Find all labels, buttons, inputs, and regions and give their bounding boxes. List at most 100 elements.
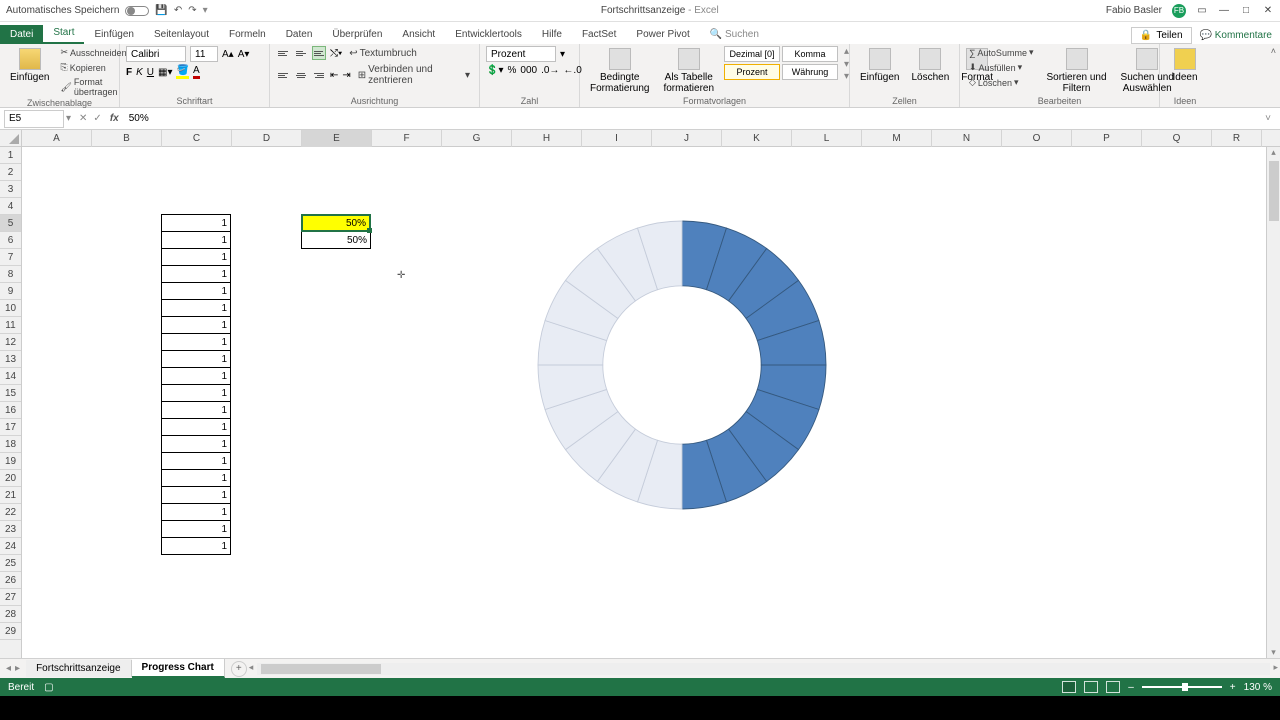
align-middle-button[interactable] <box>294 46 308 60</box>
wrap-text-button[interactable]: ↩ Textumbruch <box>346 47 420 60</box>
cell-C12[interactable]: 1 <box>161 333 231 351</box>
delete-cells-button[interactable]: Löschen <box>907 46 953 85</box>
tab-start[interactable]: Start <box>43 23 84 44</box>
cell-C10[interactable]: 1 <box>161 299 231 317</box>
align-bottom-button[interactable] <box>312 46 326 60</box>
row-header-1[interactable]: 1 <box>0 147 21 164</box>
page-layout-view-button[interactable] <box>1084 681 1098 693</box>
column-header-A[interactable]: A <box>22 130 92 147</box>
collapse-ribbon-icon[interactable]: ˄ <box>1271 46 1276 56</box>
zoom-level[interactable]: 130 % <box>1244 682 1272 693</box>
row-header-24[interactable]: 24 <box>0 538 21 555</box>
copy-button[interactable]: ⎘ Kopieren <box>57 61 129 74</box>
font-size-select[interactable]: 11 <box>190 46 218 62</box>
indent-increase-button[interactable]: ⇥ <box>342 70 350 81</box>
sheet-nav-next-icon[interactable]: ▸ <box>15 663 20 674</box>
font-name-select[interactable]: Calibri <box>126 46 186 62</box>
row-header-26[interactable]: 26 <box>0 572 21 589</box>
row-header-3[interactable]: 3 <box>0 181 21 198</box>
row-header-15[interactable]: 15 <box>0 385 21 402</box>
cell-C5[interactable]: 1 <box>161 214 231 232</box>
formula-input[interactable]: 50% <box>125 113 1260 124</box>
column-header-M[interactable]: M <box>862 130 932 147</box>
row-header-6[interactable]: 6 <box>0 232 21 249</box>
cell-style-comma[interactable]: Komma <box>782 46 838 62</box>
comments-button[interactable]: 💬 Kommentare <box>1200 30 1272 41</box>
tab-help[interactable]: Hilfe <box>532 25 572 44</box>
cell-C20[interactable]: 1 <box>161 469 231 487</box>
redo-icon[interactable]: ↷ <box>188 5 196 16</box>
autosave-toggle[interactable] <box>125 6 149 16</box>
cell-C7[interactable]: 1 <box>161 248 231 266</box>
align-left-button[interactable] <box>276 68 290 82</box>
row-header-18[interactable]: 18 <box>0 436 21 453</box>
qat-more-icon[interactable]: ▾ <box>203 5 208 16</box>
cell-E6[interactable]: 50% <box>301 231 371 249</box>
minimize-icon[interactable]: — <box>1218 5 1230 17</box>
row-header-29[interactable]: 29 <box>0 623 21 640</box>
tab-formulas[interactable]: Formeln <box>219 25 276 44</box>
row-header-17[interactable]: 17 <box>0 419 21 436</box>
shrink-font-icon[interactable]: A▾ <box>238 49 250 60</box>
column-header-B[interactable]: B <box>92 130 162 147</box>
user-name[interactable]: Fabio Basler <box>1106 5 1162 16</box>
tab-view[interactable]: Ansicht <box>392 25 445 44</box>
select-all-corner[interactable] <box>0 130 22 147</box>
row-header-11[interactable]: 11 <box>0 317 21 334</box>
cancel-formula-icon[interactable]: ✕ <box>79 113 87 124</box>
row-header-16[interactable]: 16 <box>0 402 21 419</box>
increase-decimal-button[interactable]: .0→ <box>541 65 559 76</box>
column-header-H[interactable]: H <box>512 130 582 147</box>
name-box[interactable]: E5 <box>4 110 64 128</box>
clear-button[interactable]: ◇ Löschen ▾ <box>966 76 1036 89</box>
merge-center-button[interactable]: ⊞ Verbinden und zentrieren ▾ <box>355 63 473 87</box>
styles-down-icon[interactable]: ▾ <box>844 59 849 70</box>
cell-C23[interactable]: 1 <box>161 520 231 538</box>
row-header-25[interactable]: 25 <box>0 555 21 572</box>
zoom-out-button[interactable]: – <box>1128 682 1134 693</box>
cell-C13[interactable]: 1 <box>161 350 231 368</box>
close-icon[interactable]: ✕ <box>1262 5 1274 17</box>
sheet-nav-prev-icon[interactable]: ◂ <box>6 663 11 674</box>
border-button[interactable]: ▦▾ <box>158 67 172 78</box>
fx-icon[interactable]: fx <box>110 113 119 124</box>
percent-format-button[interactable]: % <box>507 65 516 76</box>
cell-C22[interactable]: 1 <box>161 503 231 521</box>
fill-color-button[interactable]: 🪣 <box>176 65 188 79</box>
row-header-22[interactable]: 22 <box>0 504 21 521</box>
share-button[interactable]: 🔒 Teilen <box>1131 27 1192 44</box>
row-header-21[interactable]: 21 <box>0 487 21 504</box>
tab-pagelayout[interactable]: Seitenlayout <box>144 25 219 44</box>
row-header-9[interactable]: 9 <box>0 283 21 300</box>
row-header-20[interactable]: 20 <box>0 470 21 487</box>
column-header-R[interactable]: R <box>1212 130 1262 147</box>
tab-data[interactable]: Daten <box>276 25 323 44</box>
cell-C6[interactable]: 1 <box>161 231 231 249</box>
row-header-8[interactable]: 8 <box>0 266 21 283</box>
column-header-I[interactable]: I <box>582 130 652 147</box>
row-header-5[interactable]: 5 <box>0 215 21 232</box>
accounting-format-button[interactable]: 💲▾ <box>486 65 503 76</box>
column-header-L[interactable]: L <box>792 130 862 147</box>
row-header-14[interactable]: 14 <box>0 368 21 385</box>
row-header-27[interactable]: 27 <box>0 589 21 606</box>
normal-view-button[interactable] <box>1062 681 1076 693</box>
row-header-4[interactable]: 4 <box>0 198 21 215</box>
column-header-F[interactable]: F <box>372 130 442 147</box>
column-header-E[interactable]: E <box>302 130 372 147</box>
spreadsheet-grid[interactable]: ABCDEFGHIJKLMNOPQR 123456789101112131415… <box>0 130 1280 658</box>
cell-C8[interactable]: 1 <box>161 265 231 283</box>
user-avatar[interactable]: FB <box>1172 4 1186 18</box>
align-top-button[interactable] <box>276 46 290 60</box>
row-header-7[interactable]: 7 <box>0 249 21 266</box>
tab-factset[interactable]: FactSet <box>572 25 626 44</box>
expand-formula-bar-icon[interactable]: ˅ <box>1260 113 1276 124</box>
cell-style-currency[interactable]: Währung <box>782 64 838 80</box>
cell-C21[interactable]: 1 <box>161 486 231 504</box>
add-sheet-button[interactable]: + <box>231 661 247 677</box>
italic-button[interactable]: K <box>136 67 143 78</box>
column-header-G[interactable]: G <box>442 130 512 147</box>
column-header-N[interactable]: N <box>932 130 1002 147</box>
zoom-slider[interactable] <box>1142 686 1222 688</box>
column-header-O[interactable]: O <box>1002 130 1072 147</box>
